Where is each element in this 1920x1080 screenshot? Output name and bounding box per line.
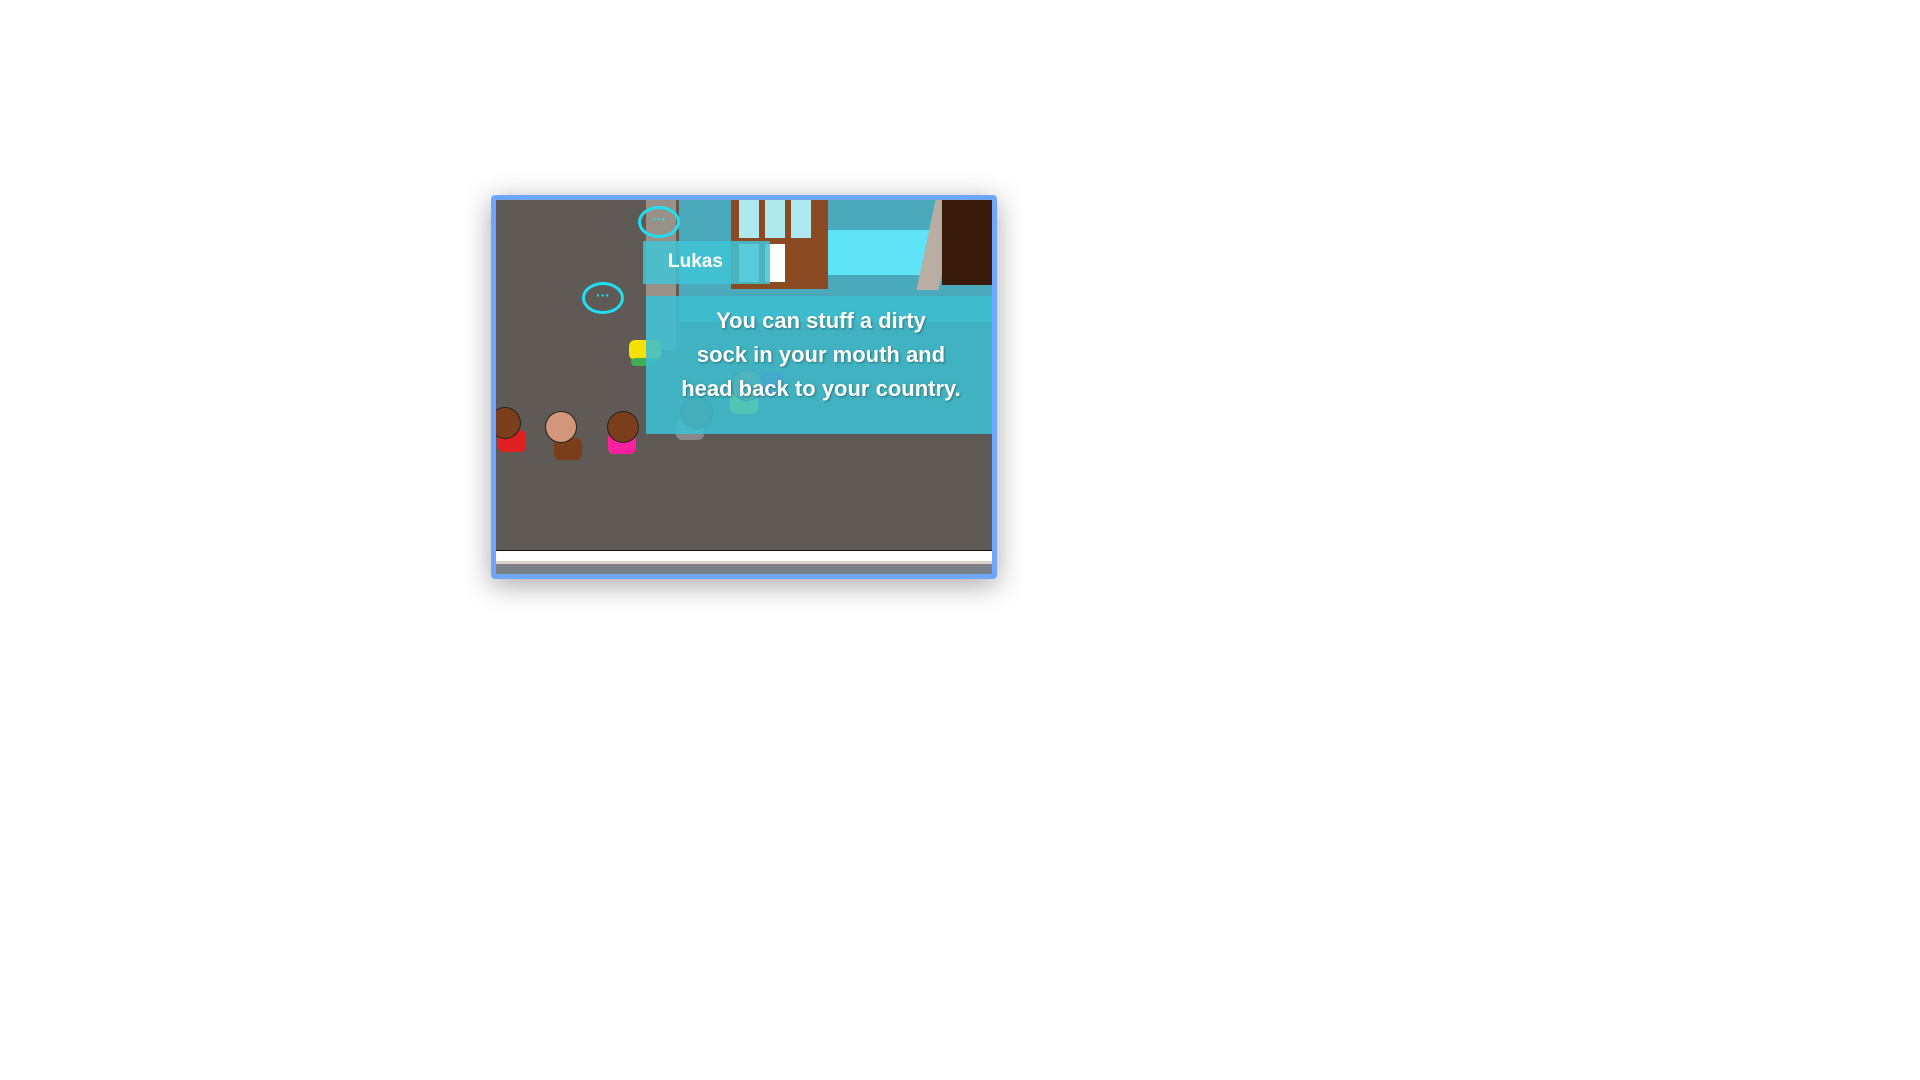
sidewalk-base xyxy=(496,564,992,574)
sidewalk xyxy=(496,551,992,561)
dialogue-line: You can stuff a dirty xyxy=(716,308,926,333)
dialogue-line: head back to your country. xyxy=(681,376,961,401)
dialogue-line: sock in your mouth and xyxy=(696,342,946,367)
doorway xyxy=(942,200,992,285)
dialogue-box[interactable]: You can stuff a dirty sock in your mouth… xyxy=(646,296,992,434)
speech-bubble-icon: ··· xyxy=(582,282,624,314)
game-viewport[interactable]: ··· ··· Lukas You can stuff a dirty sock… xyxy=(491,195,997,579)
speaker-name: Lukas xyxy=(668,251,723,272)
speaker-name-box: Lukas xyxy=(643,241,770,284)
speech-bubble-icon: ··· xyxy=(638,206,680,238)
dialogue-text: You can stuff a dirty sock in your mouth… xyxy=(650,304,992,406)
